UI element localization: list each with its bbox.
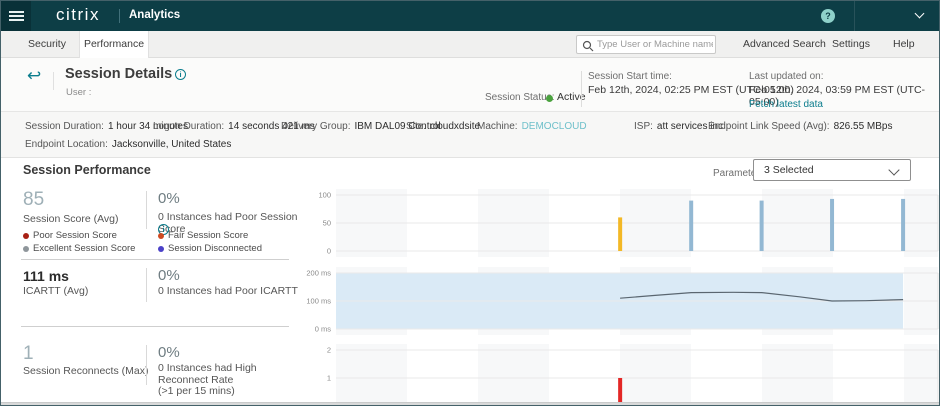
- search-icon: [582, 40, 594, 52]
- reconnects-chart: 21: [301, 344, 940, 406]
- last-updated-label: Last updated on:: [749, 71, 824, 82]
- page-header: ↩ Session Details i User : Session Statu…: [1, 58, 940, 112]
- legend-excellent: Excellent Session Score: [33, 243, 135, 254]
- parameters-dropdown[interactable]: 3 Selected: [753, 159, 911, 181]
- svg-text:1: 1: [327, 374, 331, 383]
- brand-divider: [119, 9, 120, 23]
- account-chevron-down-icon[interactable]: [915, 9, 925, 19]
- site: Site:cloudxdsite: [406, 121, 480, 132]
- session-performance-section: Session Performance Parameters: 3 Select…: [1, 158, 940, 406]
- svg-text:100: 100: [318, 191, 331, 200]
- topbar-divider: [854, 1, 855, 31]
- legend-dot-disconnected: [158, 246, 164, 252]
- metric-divider: [146, 268, 147, 302]
- citrix-logo: citrix: [56, 5, 100, 25]
- legend-dot-excellent: [23, 246, 29, 252]
- svg-text:0 ms: 0 ms: [315, 325, 332, 334]
- dropdown-chevron-icon: [888, 164, 899, 175]
- icartt-poor-pct-label: 0 Instances had Poor ICARTT: [158, 286, 308, 298]
- row-divider: [21, 326, 289, 327]
- icartt-chart: 200 ms 100 ms 0 ms: [301, 267, 940, 335]
- tab-performance[interactable]: Performance: [79, 31, 149, 58]
- session-score-label: Session Score (Avg): [23, 213, 119, 225]
- machine-link[interactable]: DEMOCLOUD: [522, 121, 587, 132]
- search-box[interactable]: [576, 35, 716, 54]
- horizontal-scrollbar[interactable]: [1, 402, 940, 406]
- help-link[interactable]: Help: [893, 31, 915, 58]
- session-score-value: 85: [23, 189, 44, 211]
- legend-poor: Poor Session Score: [33, 230, 117, 241]
- machine: Machine:DEMOCLOUD: [477, 121, 587, 132]
- status-active-dot: [546, 95, 553, 102]
- metric-divider: [146, 191, 147, 229]
- top-bar: citrix Analytics ?: [1, 1, 940, 31]
- icartt-label: ICARTT (Avg): [23, 285, 88, 297]
- row-divider: [21, 259, 289, 260]
- page-title: Session Details: [65, 66, 172, 82]
- icartt-value: 111 ms: [23, 268, 69, 284]
- reconnects-value: 1: [23, 343, 34, 365]
- fetch-latest-data-link[interactable]: Fetch latest data: [749, 99, 823, 110]
- score-poor-pct: 0%: [158, 190, 180, 207]
- tab-bar: Security Performance Advanced Search Set…: [1, 31, 940, 58]
- tab-security[interactable]: Security: [15, 31, 79, 58]
- icartt-poor-pct: 0%: [158, 267, 180, 284]
- metric-divider: [146, 345, 147, 385]
- session-start-label: Session Start time:: [588, 71, 672, 82]
- svg-text:0: 0: [327, 247, 331, 256]
- search-input[interactable]: [597, 36, 713, 53]
- legend-disconnected: Session Disconnected: [168, 243, 262, 254]
- parameters-value: 3 Selected: [764, 164, 814, 176]
- legend-dot-fair: [158, 233, 164, 239]
- session-status-label: Session Status:: [485, 92, 554, 103]
- section-title: Session Performance: [23, 163, 151, 177]
- product-name: Analytics: [129, 9, 180, 21]
- session-score-chart: 100 50 0: [301, 189, 940, 257]
- legend-dot-poor: [23, 233, 29, 239]
- svg-text:50: 50: [323, 219, 331, 228]
- svg-text:100 ms: 100 ms: [306, 297, 331, 306]
- svg-text:200 ms: 200 ms: [306, 269, 331, 278]
- help-question-icon[interactable]: ?: [821, 9, 835, 23]
- settings-link[interactable]: Settings: [832, 31, 870, 58]
- reconnects-pct: 0%: [158, 344, 180, 361]
- header-divider: [581, 71, 582, 107]
- endpoint-link-speed: Endpoint Link Speed (Avg):826.55 MBps: [708, 121, 893, 132]
- endpoint-location: Endpoint Location:Jacksonville, United S…: [25, 139, 231, 150]
- legend-fair: Fair Session Score: [168, 230, 248, 241]
- header-divider: [53, 72, 54, 90]
- advanced-search-link[interactable]: Advanced Search: [743, 31, 826, 58]
- reconnects-pct-label: 0 Instances had High Reconnect Rate (>1 …: [158, 363, 308, 398]
- reconnects-label: Session Reconnects (Max): [23, 365, 148, 377]
- back-arrow-icon[interactable]: ↩: [27, 66, 41, 86]
- session-info-bar: Session Duration:1 hour 34 minutes Logon…: [1, 112, 940, 158]
- hamburger-menu-icon[interactable]: [1, 1, 31, 31]
- citrix-analytics-window: citrix Analytics ? Security Performance …: [0, 0, 940, 406]
- user-label: User :: [66, 87, 91, 98]
- title-info-icon[interactable]: i: [175, 69, 186, 80]
- svg-text:2: 2: [327, 346, 331, 355]
